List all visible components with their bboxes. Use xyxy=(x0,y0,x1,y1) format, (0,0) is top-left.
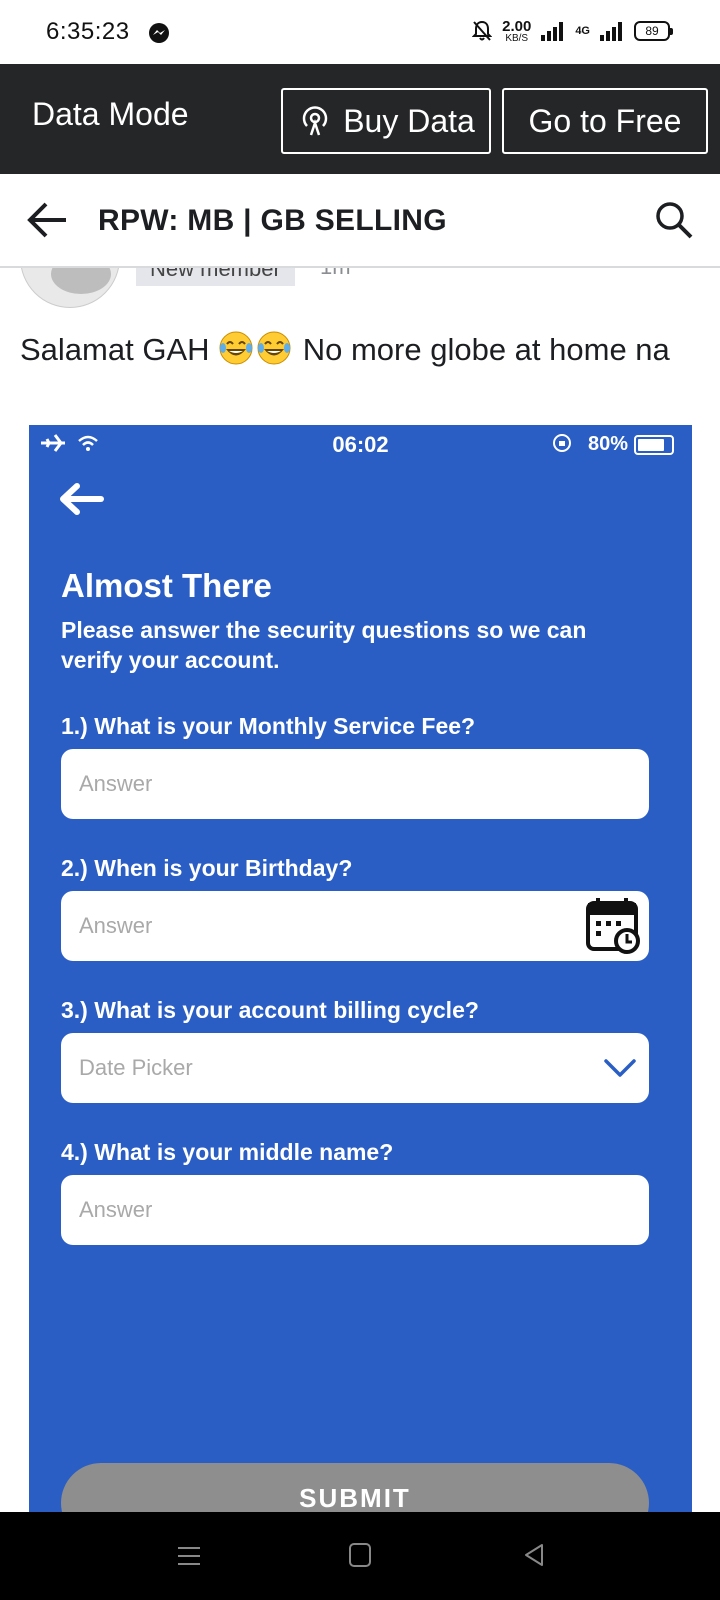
rotation-lock-icon xyxy=(553,434,571,452)
data-mode-bar: Data Mode Buy Data Go to Free xyxy=(0,64,720,174)
tears-of-joy-emoji xyxy=(257,331,291,365)
question-label: 3.) What is your account billing cycle? xyxy=(61,997,479,1023)
navigation-bar xyxy=(0,1512,720,1600)
chevron-down-icon xyxy=(604,1059,636,1077)
menu-icon[interactable] xyxy=(176,1544,202,1568)
billing-cycle-select[interactable]: Date Picker xyxy=(61,1033,649,1103)
buy-data-button[interactable]: Buy Data xyxy=(281,88,491,154)
signal-4g-icon xyxy=(600,22,622,41)
messenger-icon xyxy=(149,23,169,43)
go-to-free-label: Go to Free xyxy=(528,102,682,139)
form-subtitle: Please answer the security questions so … xyxy=(61,617,587,673)
form-title: Almost There xyxy=(61,567,272,604)
new-member-badge: New member xyxy=(136,268,295,286)
image-battery-pct: 80% xyxy=(587,433,628,455)
question-label: 1.) What is your Monthly Service Fee? xyxy=(61,713,476,739)
post-image[interactable]: 06:02 80% Almost There Please answer the… xyxy=(29,425,692,1512)
broadcast-icon xyxy=(302,106,328,136)
buy-data-label: Buy Data xyxy=(343,102,475,139)
group-title: RPW: MB | GB SELLING xyxy=(98,204,447,237)
go-to-free-button[interactable]: Go to Free xyxy=(502,88,708,154)
status-time: 6:35:23 xyxy=(46,18,130,45)
answer-field[interactable]: Answer xyxy=(61,749,649,819)
status-bar: 6:35:23 2.00 KB/S 4G 89 xyxy=(0,0,720,64)
post-time: 1m xyxy=(320,268,351,280)
back-arrow-icon[interactable] xyxy=(57,481,105,517)
back-arrow-icon[interactable] xyxy=(26,200,70,240)
group-header: RPW: MB | GB SELLING xyxy=(0,174,720,268)
post-text: Salamat GAH No more globe at home na xyxy=(20,331,670,367)
back-icon[interactable] xyxy=(522,1542,546,1568)
battery-icon xyxy=(634,435,674,455)
mute-icon xyxy=(472,20,493,41)
battery-icon: 89 xyxy=(634,21,673,41)
image-status-bar: 06:02 80% xyxy=(29,425,692,465)
birthday-field[interactable]: Answer xyxy=(61,891,649,961)
home-icon[interactable] xyxy=(348,1542,372,1568)
search-icon[interactable] xyxy=(654,200,694,240)
signal-icon xyxy=(541,22,564,41)
post: New member 1m Salamat GAH No more globe … xyxy=(0,268,720,1512)
middle-name-field[interactable]: Answer xyxy=(61,1175,649,1245)
question-label: 4.) What is your middle name? xyxy=(61,1139,394,1165)
submit-button[interactable]: SUBMIT xyxy=(61,1463,649,1512)
avatar[interactable] xyxy=(20,268,120,308)
tears-of-joy-emoji xyxy=(219,331,253,365)
net-speed: 2.00 KB/S xyxy=(502,17,532,44)
network-type: 4G xyxy=(575,25,590,37)
data-mode-title: Data Mode xyxy=(32,96,189,132)
calendar-icon[interactable] xyxy=(585,897,643,955)
question-label: 2.) When is your Birthday? xyxy=(61,855,353,881)
